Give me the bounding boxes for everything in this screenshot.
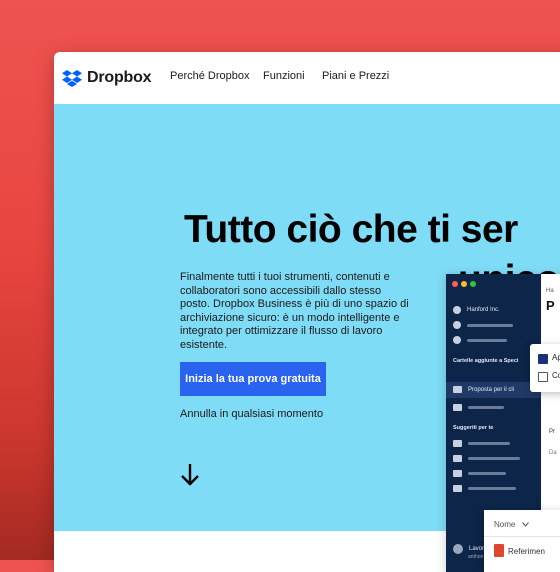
sidebar-folder-item[interactable]	[453, 404, 504, 411]
star-icon	[453, 336, 461, 344]
folder-icon	[453, 386, 462, 393]
dropdown-label: Nome	[494, 520, 516, 529]
user-name: Lavor	[469, 546, 485, 552]
main-header-title: P	[546, 298, 555, 313]
placeholder-line	[468, 472, 506, 475]
dropbox-icon	[62, 69, 82, 87]
divider	[484, 536, 560, 537]
folder-icon	[453, 440, 462, 447]
sidebar-folder-item[interactable]	[453, 440, 510, 447]
browser-window: Dropbox Perché Dropbox Funzioni Piani e …	[54, 52, 560, 572]
nav-link-why-dropbox[interactable]: Perché Dropbox	[170, 70, 250, 82]
hero-headline-line1: Tutto ciò che ti ser	[184, 208, 518, 251]
folder-icon	[453, 485, 462, 492]
avatar	[453, 544, 463, 554]
folder-label: Proposta per il cli	[468, 386, 515, 393]
placeholder-line	[467, 338, 507, 342]
popup-option-2: Co	[552, 371, 560, 380]
folder-icon	[453, 404, 462, 411]
dropbox-logo[interactable]: Dropbox	[62, 69, 152, 87]
arrow-down-icon[interactable]	[179, 462, 201, 488]
chevron-down-icon	[522, 522, 529, 527]
main-label-1: Pr	[549, 429, 555, 435]
window-minimize-dot	[461, 281, 467, 287]
sidebar-item-proposal-folder[interactable]: Proposta per il cli	[453, 386, 514, 393]
shared-folders-heading: Cartelle aggiunte a Speci	[453, 358, 519, 364]
dropdown-item[interactable]: Referimen	[508, 547, 545, 556]
start-free-trial-button[interactable]: Inizia la tua prova gratuita	[180, 362, 326, 396]
sidebar-folder-item[interactable]	[453, 455, 520, 462]
sidebar-folder-item[interactable]	[453, 470, 506, 477]
nav-link-features[interactable]: Funzioni	[263, 70, 305, 82]
file-icon	[494, 544, 504, 557]
workspace-icon	[453, 306, 461, 314]
window-close-dot	[452, 281, 458, 287]
popup-option-1: Ap	[552, 353, 560, 362]
window-maximize-dot	[470, 281, 476, 287]
sidebar-item-account[interactable]	[453, 321, 513, 329]
sidebar-item-starred[interactable]	[453, 336, 507, 344]
suggested-heading: Suggeriti per te	[453, 425, 494, 431]
hero-description: Finalmente tutti i tuoi strumenti, conte…	[180, 271, 409, 351]
sort-dropdown[interactable]: Nome Referimen	[484, 510, 560, 572]
top-nav: Dropbox Perché Dropbox Funzioni Piani e …	[54, 52, 560, 104]
nav-link-plans-pricing[interactable]: Piani e Prezzi	[322, 70, 389, 82]
cancel-anytime-text: Annulla in qualsiasi momento	[180, 408, 324, 420]
main-label-2: Da	[549, 450, 557, 456]
placeholder-line	[467, 323, 513, 327]
checkbox-unchecked[interactable]	[538, 372, 548, 382]
folder-icon	[453, 470, 462, 477]
sidebar-item-workspace[interactable]: Hanford Inc.	[453, 306, 500, 314]
options-popup: Ap Co	[530, 344, 560, 392]
sidebar-user[interactable]: Lavor	[453, 544, 484, 554]
placeholder-line	[468, 457, 520, 460]
checkbox-checked[interactable]	[538, 354, 548, 364]
placeholder-line	[468, 406, 504, 409]
user-email: anthon	[468, 554, 484, 560]
placeholder-line	[468, 442, 510, 445]
main-header-small: Ha	[546, 288, 554, 294]
folder-icon	[453, 455, 462, 462]
placeholder-line	[468, 487, 516, 490]
sidebar-folder-item[interactable]	[453, 485, 516, 492]
user-icon	[453, 321, 461, 329]
workspace-label: Hanford Inc.	[467, 307, 500, 313]
brand-name: Dropbox	[87, 69, 152, 86]
